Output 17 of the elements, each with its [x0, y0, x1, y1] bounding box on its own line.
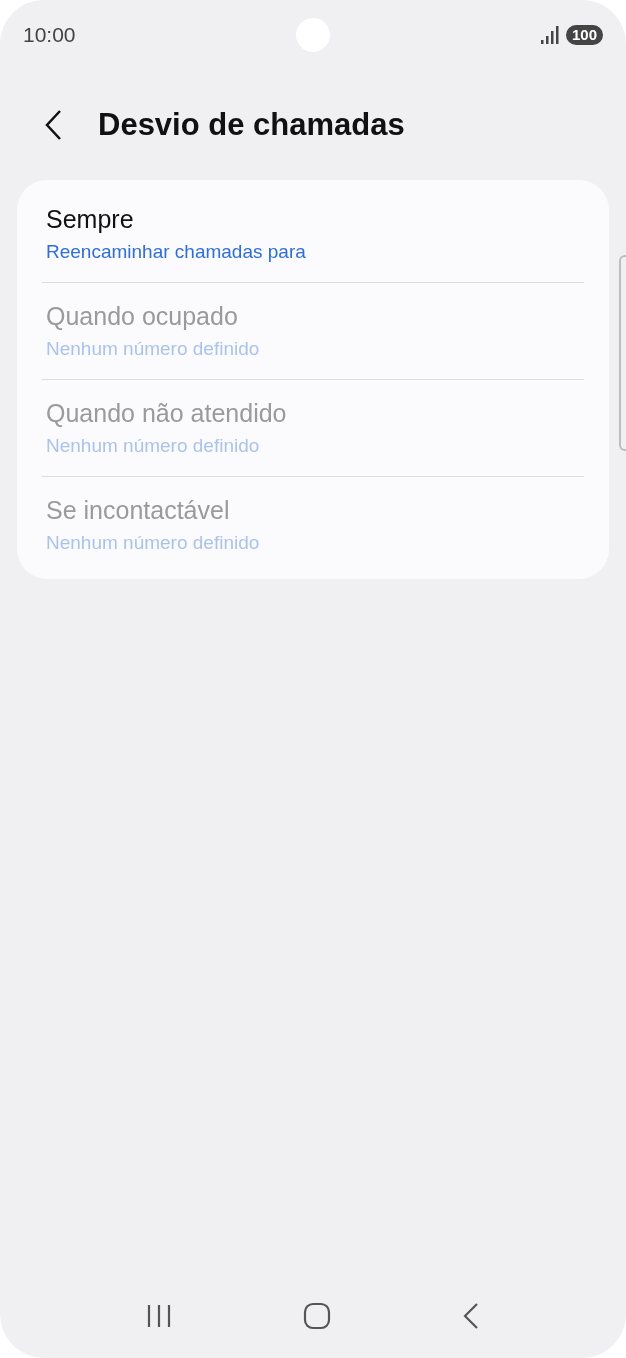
option-subtitle: Reencaminhar chamadas para [46, 240, 307, 264]
back-nav-button[interactable] [462, 1302, 481, 1330]
option-title: Sempre [46, 204, 135, 234]
status-time: 10:00 [23, 22, 76, 49]
page-title: Desvio de chamadas [98, 105, 405, 144]
forwarding-option[interactable]: Sempre Reencaminhar chamadas para [42, 186, 584, 282]
battery-level: 100 [565, 25, 603, 45]
option-title: Quando não atendido [46, 398, 288, 428]
home-button[interactable] [303, 1302, 331, 1330]
edge-panel-handle[interactable] [619, 255, 626, 451]
signal-icon [539, 25, 560, 45]
option-subtitle: Nenhum número definido [46, 434, 261, 458]
option-subtitle: Nenhum número definido [46, 531, 261, 555]
option-title: Se incontactável [46, 495, 231, 525]
recent-apps-button[interactable] [145, 1304, 172, 1328]
option-title: Quando ocupado [46, 301, 239, 331]
option-subtitle: Nenhum número definido [46, 337, 261, 361]
